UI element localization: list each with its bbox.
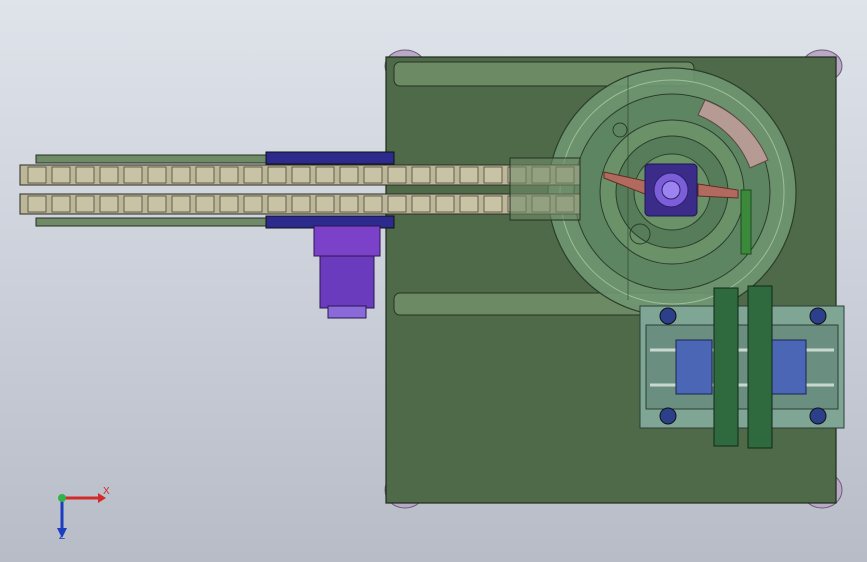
conveyor-slat (267, 166, 287, 184)
conveyor-slat (75, 195, 95, 213)
conveyor-slat (147, 166, 167, 184)
conveyor-slat (339, 195, 359, 213)
conveyor-slat (315, 166, 335, 184)
conveyor-slat (51, 166, 71, 184)
conveyor-slat (171, 195, 191, 213)
conveyor-slat (75, 166, 95, 184)
conveyor-slat (363, 195, 383, 213)
conveyor-slat (243, 195, 263, 213)
conveyor-slat (339, 166, 359, 184)
conveyor-slat (483, 195, 503, 213)
conveyor-slat (123, 195, 143, 213)
conveyor-slat (435, 166, 455, 184)
conveyor-slat (387, 166, 407, 184)
conveyor-slat (459, 195, 479, 213)
conveyor-slat (411, 166, 431, 184)
conveyor-slat (51, 195, 71, 213)
z-axis-label: Z (59, 531, 66, 542)
conveyor-slat (99, 166, 119, 184)
outlet-rail-left[interactable] (713, 287, 739, 447)
motor-mount-top[interactable] (265, 151, 395, 165)
conveyor-slat (459, 166, 479, 184)
conveyor-slat (147, 195, 167, 213)
conveyor-slat (27, 166, 47, 184)
conveyor-slat (123, 166, 143, 184)
slide-carriage-right[interactable] (769, 339, 807, 395)
drive-motor[interactable] (313, 225, 381, 319)
conveyor-slat (243, 166, 263, 184)
linear-guide-module[interactable] (639, 305, 845, 429)
conveyor-slat (171, 166, 191, 184)
conveyor-slat (267, 195, 287, 213)
conveyor-slat (411, 195, 431, 213)
outlet-rail-right[interactable] (747, 285, 773, 449)
x-axis-label: X (103, 486, 110, 497)
y-axis-dot (58, 494, 66, 502)
conveyor-slat (387, 195, 407, 213)
conveyor-slat (219, 195, 239, 213)
conveyor-slat (291, 166, 311, 184)
conveyor-slat (291, 195, 311, 213)
conveyor-slat (27, 195, 47, 213)
cad-model[interactable] (0, 0, 867, 562)
conveyor-slat (483, 166, 503, 184)
conveyor-slat (435, 195, 455, 213)
conveyor-slat (219, 166, 239, 184)
graphics-viewport[interactable]: X Z (0, 0, 867, 562)
conveyor-slat (195, 166, 215, 184)
conveyor-slat (363, 166, 383, 184)
conveyor-slat (99, 195, 119, 213)
conveyor-transfer (509, 157, 581, 221)
conveyor-slat (195, 195, 215, 213)
outlet-chute[interactable] (740, 189, 752, 255)
conveyor-slat (315, 195, 335, 213)
slide-carriage-left[interactable] (675, 339, 713, 395)
